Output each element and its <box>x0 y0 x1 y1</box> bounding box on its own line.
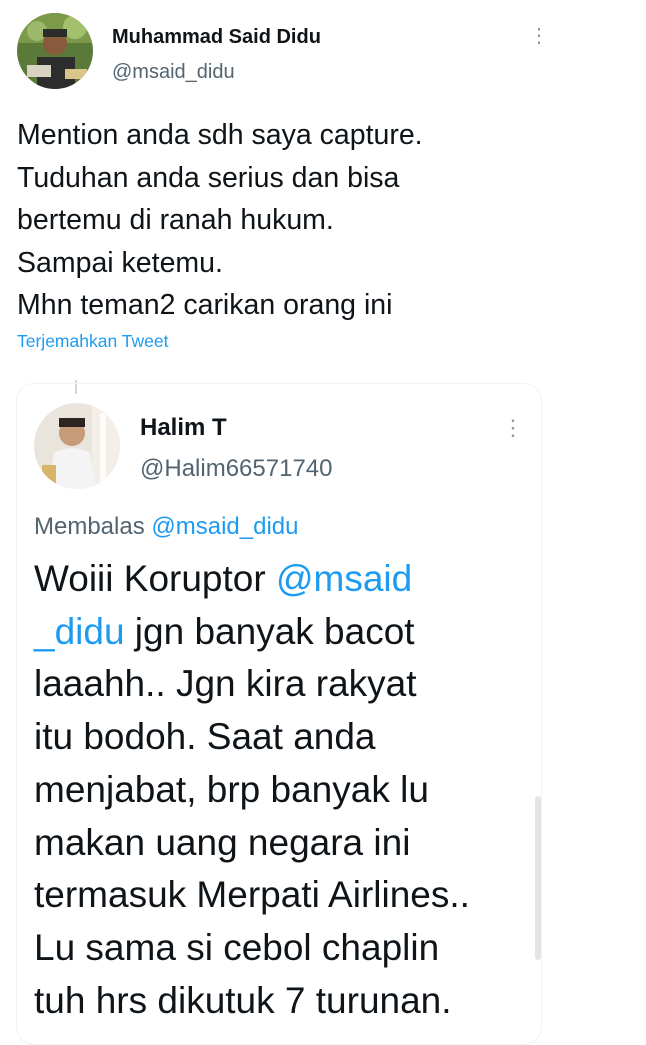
quoted-text-line: Lu sama si cebol chaplin <box>34 926 440 968</box>
quoted-text-line: itu bodoh. Saat anda <box>34 716 376 758</box>
mention-link[interactable]: _didu <box>34 611 125 652</box>
quoted-text-segment: jgn banyak bacot <box>124 610 415 652</box>
tweet-text-line: Tuduhan anda serius dan bisa <box>17 161 400 194</box>
author-name[interactable]: Muhammad Said Didu <box>112 26 321 49</box>
quoted-text-line: _didu jgn banyak bacot <box>34 606 534 659</box>
tweet-text-line: Mention anda sdh saya capture. <box>17 119 423 151</box>
tweet-text: Mention anda sdh saya capture. Tuduhan a… <box>17 114 577 327</box>
scrollbar-thumb[interactable] <box>535 796 541 960</box>
reply-prefix: Membalas <box>34 513 145 540</box>
translate-tweet-link[interactable]: Terjemahkan Tweet <box>17 331 168 352</box>
replying-to: Membalas @msaid_didu <box>34 513 299 541</box>
more-options-icon[interactable]: ⋮ <box>529 26 549 46</box>
quoted-text-line: laaahh.. Jgn kira rakyat <box>34 663 417 705</box>
quoted-author-name[interactable]: Halim T <box>140 414 227 442</box>
quoted-tweet-text: Woiii Koruptor @msaid _didu jgn banyak b… <box>34 553 534 1027</box>
quoted-text-line: tuh hrs dikutuk 7 turunan. <box>34 979 452 1021</box>
reply-mention-link[interactable]: @msaid_didu <box>151 513 298 540</box>
author-avatar[interactable] <box>17 13 93 89</box>
mention-link[interactable]: @msaid <box>276 558 412 599</box>
quoted-text-line: Woiii Koruptor @msaid <box>34 553 534 606</box>
quoted-more-options-icon[interactable]: ⋮ <box>502 417 524 439</box>
quoted-text-line: menjabat, brp banyak lu <box>34 768 429 810</box>
author-handle[interactable]: @msaid_didu <box>112 61 235 84</box>
tweet-text-line: Sampai ketemu. <box>17 246 223 279</box>
tweet-text-line: Mhn teman2 carikan orang ini <box>17 289 393 321</box>
quoted-text-line: makan uang negara ini <box>34 821 411 863</box>
quoted-author-handle[interactable]: @Halim66571740 <box>140 455 332 483</box>
quoted-text-line: termasuk Merpati Airlines.. <box>34 874 470 916</box>
quoted-author-avatar[interactable] <box>34 403 120 489</box>
tweet-text-line: bertemu di ranah hukum. <box>17 204 334 236</box>
quoted-text-segment: Woiii Koruptor <box>34 558 276 599</box>
